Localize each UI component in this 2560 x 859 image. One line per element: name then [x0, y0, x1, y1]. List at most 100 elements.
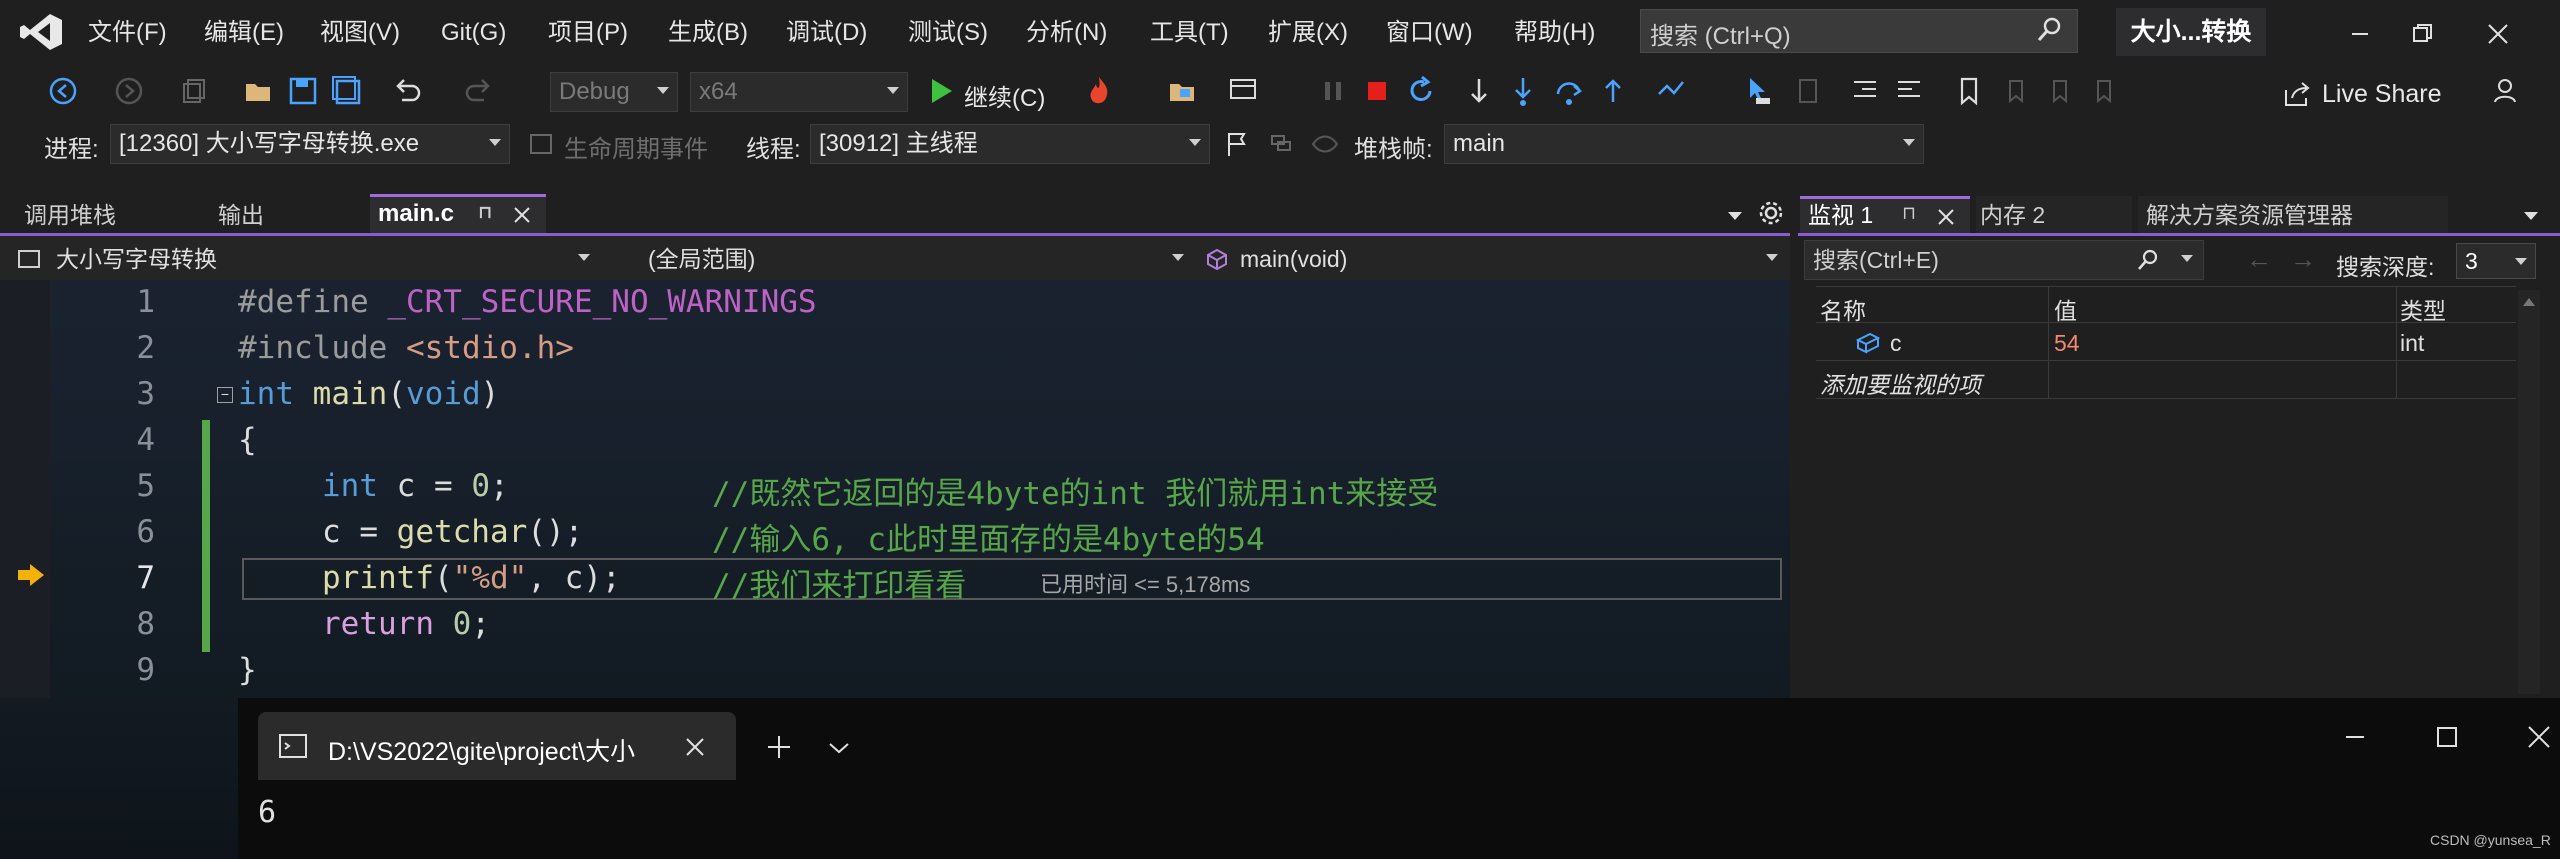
code-line[interactable]: } [238, 652, 257, 688]
platform-combo[interactable]: x64 [690, 72, 908, 112]
minimize-icon[interactable] [2340, 14, 2380, 54]
configuration-combo[interactable]: Debug [550, 72, 678, 112]
code-line[interactable]: int main(void) [238, 376, 499, 412]
function-nav-combo[interactable]: main(void) [1200, 240, 1786, 278]
show-threads-in-source-icon[interactable] [1310, 132, 1340, 156]
project-nav-combo[interactable]: 大小写字母转换 [14, 240, 598, 278]
new-tab-plus-icon[interactable] [764, 732, 794, 762]
watch-search-input[interactable]: 搜索(Ctrl+E) [1804, 240, 2204, 280]
search-depth-combo[interactable]: 3 [2456, 243, 2536, 279]
stop-icon[interactable] [1360, 74, 1394, 108]
select-cursor-icon[interactable] [1742, 74, 1776, 108]
restart-icon[interactable] [1404, 74, 1438, 108]
column-header-name[interactable]: 名称 [1820, 292, 1866, 326]
bookmark-icon[interactable] [1952, 74, 1986, 108]
scroll-up-icon[interactable] [2522, 296, 2536, 308]
undo-icon[interactable] [390, 74, 424, 108]
next-bookmark-icon[interactable] [2042, 74, 2076, 108]
menu-file[interactable]: 文件(F) [88, 18, 167, 48]
close-icon[interactable] [2524, 722, 2554, 752]
open-file-location-icon[interactable] [1166, 74, 1200, 108]
visual-studio-logo-icon[interactable] [18, 12, 64, 52]
clear-bookmarks-icon[interactable] [2086, 74, 2120, 108]
lifecycle-events-button[interactable]: 生命周期事件 [564, 129, 708, 164]
close-icon[interactable] [2478, 14, 2518, 54]
navigate-back-icon[interactable] [46, 74, 80, 108]
hot-reload-icon[interactable] [1082, 74, 1116, 108]
live-share-icon[interactable] [2282, 80, 2312, 108]
thread-combo[interactable]: [30912] 主线程 [810, 124, 1210, 164]
continue-play-icon[interactable] [926, 76, 956, 106]
menu-window[interactable]: 窗口(W) [1386, 18, 1473, 48]
scope-nav-combo[interactable]: (全局范围) [612, 240, 1192, 278]
add-watch-item[interactable]: 添加要监视的项 [1820, 366, 1981, 400]
chevron-down-icon[interactable] [2181, 255, 2193, 262]
continue-button[interactable]: 继续(C) [964, 78, 1045, 113]
restore-icon[interactable] [2402, 14, 2442, 54]
tab-memory-2[interactable]: 内存 2 [1976, 196, 2132, 234]
menu-view[interactable]: 视图(V) [320, 18, 400, 48]
settings-gear-icon[interactable] [1758, 200, 1784, 226]
tab-list-dropdown-icon[interactable] [1726, 208, 1744, 222]
menu-extensions[interactable]: 扩展(X) [1268, 18, 1348, 48]
column-header-value[interactable]: 值 [2054, 292, 2077, 326]
layout-icon[interactable] [1790, 74, 1824, 108]
maximize-icon[interactable] [2432, 722, 2462, 752]
menu-build[interactable]: 生成(B) [668, 18, 748, 48]
table-row[interactable]: c 54 int [1816, 324, 2516, 360]
diagnostic-tools-icon[interactable] [1226, 74, 1260, 108]
flag-thread-icon[interactable] [1224, 130, 1250, 158]
live-share-button[interactable]: Live Share [2322, 80, 2442, 109]
close-tab-icon[interactable] [682, 734, 708, 760]
new-item-icon[interactable] [176, 74, 210, 108]
menu-debug[interactable]: 调试(D) [786, 18, 867, 48]
flag-all-threads-icon[interactable] [1266, 130, 1296, 158]
save-icon[interactable] [286, 74, 320, 108]
lifecycle-events-icon[interactable] [528, 131, 554, 157]
navigate-forward-icon[interactable] [112, 74, 146, 108]
code-line[interactable]: return 0; [322, 606, 490, 642]
prev-bookmark-icon[interactable] [1998, 74, 2032, 108]
menu-test[interactable]: 测试(S) [908, 18, 988, 48]
close-tab-icon[interactable] [1936, 207, 1956, 227]
step-over-icon[interactable] [1552, 74, 1586, 108]
redo-icon[interactable] [462, 74, 496, 108]
menu-project[interactable]: 项目(P) [548, 18, 628, 48]
breakpoint-settings-icon[interactable] [1654, 74, 1688, 108]
code-line[interactable]: printf("%d", c); [322, 560, 621, 596]
menu-git[interactable]: Git(G) [441, 18, 506, 48]
feedback-icon[interactable] [2490, 74, 2524, 108]
search-icon[interactable] [2135, 247, 2161, 273]
indent-icon[interactable] [1848, 74, 1882, 108]
open-folder-icon[interactable] [242, 74, 276, 108]
close-tab-icon[interactable] [512, 205, 532, 225]
search-prev-icon[interactable]: ← [2246, 244, 2272, 275]
panel-dropdown-icon[interactable] [2522, 208, 2540, 222]
code-line[interactable]: #include <stdio.h> [238, 330, 574, 366]
pin-icon[interactable]: ⊓ [1902, 197, 1916, 229]
outdent-icon[interactable] [1892, 74, 1926, 108]
menu-tools[interactable]: 工具(T) [1150, 18, 1229, 48]
tab-main-c[interactable]: main.c ⊓ [370, 194, 546, 234]
search-icon[interactable] [2034, 15, 2064, 45]
show-next-statement-icon[interactable] [1462, 74, 1496, 108]
pause-icon[interactable] [1316, 74, 1350, 108]
menu-edit[interactable]: 编辑(E) [204, 18, 284, 48]
watch-scrollbar[interactable] [2518, 290, 2540, 694]
watch-row-value[interactable]: 54 [2054, 330, 2080, 357]
process-combo[interactable]: [12360] 大小写字母转换.exe [110, 124, 510, 164]
step-into-icon[interactable] [1506, 74, 1540, 108]
code-line[interactable]: int c = 0; [322, 468, 509, 504]
column-header-type[interactable]: 类型 [2400, 292, 2446, 326]
save-all-icon[interactable] [330, 74, 364, 108]
stack-frame-combo[interactable]: main [1444, 124, 1924, 164]
search-next-icon[interactable]: → [2290, 244, 2316, 275]
menu-analyze[interactable]: 分析(N) [1026, 18, 1107, 48]
collapse-toggle-icon[interactable]: − [217, 387, 233, 403]
code-line[interactable]: #define _CRT_SECURE_NO_WARNINGS [238, 284, 817, 320]
chevron-down-icon[interactable] [826, 738, 852, 758]
code-line[interactable]: { [238, 422, 257, 458]
step-out-icon[interactable] [1596, 74, 1630, 108]
minimize-icon[interactable] [2340, 722, 2370, 752]
code-line[interactable]: c = getchar(); [322, 514, 583, 550]
